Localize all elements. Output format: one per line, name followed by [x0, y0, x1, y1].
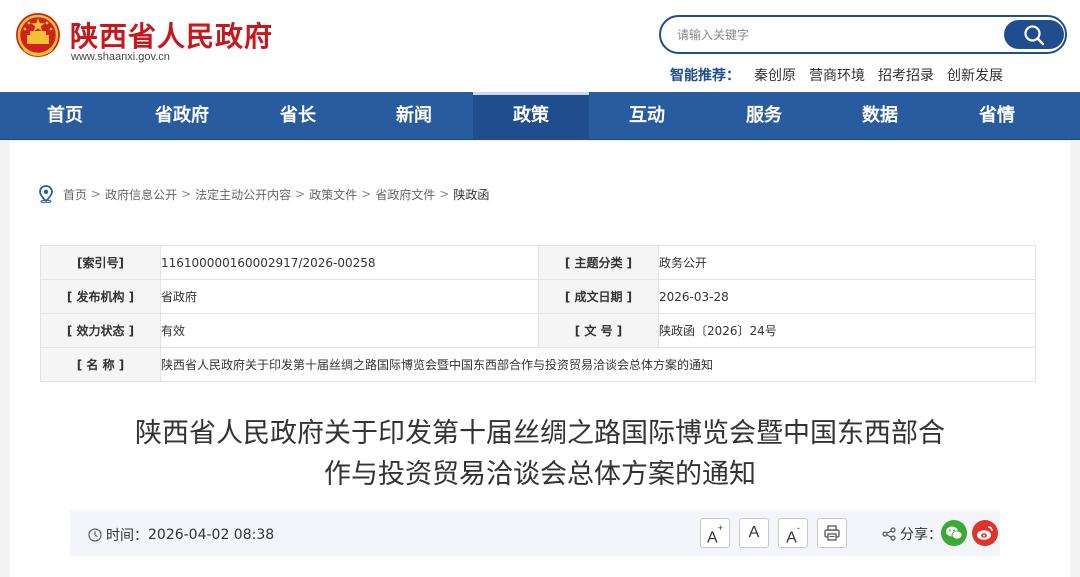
breadcrumb-gov-info-disclosure[interactable]: 政府信息公开	[105, 186, 177, 203]
font-smaller-button[interactable]: A-	[778, 518, 808, 548]
font-smaller-icon: A	[786, 529, 797, 547]
font-normal-icon: A	[748, 524, 760, 541]
recommend-item-recruitment[interactable]: 招考招录	[878, 68, 934, 84]
search-icon	[1024, 25, 1045, 46]
breadcrumb-statutory-disclosure[interactable]: 法定主动公开内容	[195, 186, 291, 203]
meta-row: [索引号] 116100000160002917/2026-00258 [ 主题…	[40, 245, 1036, 280]
breadcrumb-province-documents[interactable]: 省政府文件	[375, 186, 435, 203]
nav-item-interaction[interactable]: 互动	[589, 92, 705, 140]
document-name-label: [ 名 称 ]	[40, 347, 161, 382]
national-emblem-icon[interactable]	[14, 11, 62, 61]
topic-category-label: [ 主题分类 ]	[538, 245, 659, 280]
written-date-value: 2026-03-28	[658, 279, 1036, 314]
breadcrumb-separator: >	[361, 187, 372, 201]
breadcrumb-home[interactable]: 首页	[63, 186, 87, 203]
printer-icon	[824, 525, 840, 541]
document-number-value: 陕政函〔2026〕24号	[658, 313, 1036, 348]
plus-icon: +	[717, 523, 723, 533]
search-button[interactable]	[1004, 20, 1064, 49]
nav-item-news[interactable]: 新闻	[356, 92, 472, 140]
article-title-line: 作与投资贸易洽谈会总体方案的通知	[324, 459, 756, 490]
breadcrumb-separator: >	[439, 187, 450, 201]
recommend-item-innovation[interactable]: 创新发展	[947, 68, 1003, 84]
meta-row: [ 名 称 ] 陕西省人民政府关于印发第十届丝绸之路国际博览会暨中国东西部合作与…	[40, 347, 1036, 382]
recommend-label: 智能推荐：	[670, 68, 740, 84]
document-meta-table: [索引号] 116100000160002917/2026-00258 [ 主题…	[40, 245, 1036, 382]
site-header: 陕西省人民政府 www.shaanxi.gov.cn 智能推荐： 秦创原营商环境招…	[0, 0, 1080, 92]
search-box	[659, 15, 1067, 54]
publish-time-label: 时间：	[106, 528, 148, 544]
nav-item-province-government[interactable]: 省政府	[124, 92, 240, 140]
clock-icon	[88, 528, 102, 542]
issuer-label: [ 发布机构 ]	[40, 279, 161, 314]
breadcrumb-current: 陕政函	[453, 187, 490, 202]
main-nav: 首页 省政府 省长 新闻 政策 互动 服务 数据 省情	[0, 92, 1080, 140]
site-url: www.shaanxi.gov.cn	[71, 51, 170, 63]
nav-item-services[interactable]: 服务	[706, 92, 822, 140]
recommend-item-business-environment[interactable]: 营商环境	[809, 68, 865, 84]
article-title-line: 陕西省人民政府关于印发第十届丝绸之路国际博览会暨中国东西部合	[135, 418, 945, 449]
issuer-value: 省政府	[160, 279, 539, 314]
location-pin-icon	[39, 185, 53, 203]
index-number-value: 116100000160002917/2026-00258	[160, 245, 539, 280]
document-number-label: [ 文 号 ]	[538, 313, 659, 348]
weibo-share-button[interactable]	[972, 520, 998, 546]
weibo-icon	[977, 526, 993, 540]
breadcrumb-policy-documents[interactable]: 政策文件	[309, 186, 357, 203]
breadcrumb-separator: >	[295, 187, 306, 201]
site-title[interactable]: 陕西省人民政府	[70, 15, 273, 55]
document-name-value: 陕西省人民政府关于印发第十届丝绸之路国际博览会暨中国东西部合作与投资贸易洽谈会总…	[160, 347, 1036, 382]
breadcrumb-separator: >	[91, 187, 102, 201]
font-larger-icon: A	[707, 529, 718, 547]
nav-item-governor[interactable]: 省长	[240, 92, 356, 140]
meta-row: [ 效力状态 ] 有效 [ 文 号 ] 陕政函〔2026〕24号	[40, 313, 1036, 348]
share-label: 分享：	[900, 527, 942, 543]
written-date-label: [ 成文日期 ]	[538, 279, 659, 314]
article-title: 陕西省人民政府关于印发第十届丝绸之路国际博览会暨中国东西部合 作与投资贸易洽谈会…	[70, 413, 1010, 495]
breadcrumb-separator: >	[181, 187, 192, 201]
topic-category-value: 政务公开	[658, 245, 1036, 280]
share-icon	[882, 527, 896, 541]
index-number-label: [索引号]	[40, 245, 161, 280]
share-area: 分享：	[882, 524, 942, 544]
validity-status-label: [ 效力状态 ]	[40, 313, 161, 348]
meta-row: [ 发布机构 ] 省政府 [ 成文日期 ] 2026-03-28	[40, 279, 1036, 314]
recommend-item-qinchuangyuan[interactable]: 秦创原	[754, 68, 796, 84]
nav-item-province-info[interactable]: 省情	[939, 92, 1055, 140]
wechat-share-button[interactable]	[941, 520, 967, 546]
nav-item-policy[interactable]: 政策	[473, 92, 589, 140]
search-input[interactable]	[677, 26, 997, 44]
minus-icon: -	[796, 523, 800, 533]
breadcrumb: 首页 > 政府信息公开 > 法定主动公开内容 > 政策文件 > 省政府文件 > …	[38, 185, 489, 203]
font-normal-button[interactable]: A	[739, 518, 769, 548]
wechat-icon	[946, 526, 963, 540]
print-button[interactable]	[817, 518, 847, 548]
nav-item-data[interactable]: 数据	[822, 92, 938, 140]
content-panel: 首页 > 政府信息公开 > 法定主动公开内容 > 政策文件 > 省政府文件 > …	[10, 141, 1070, 577]
nav-item-home[interactable]: 首页	[7, 92, 123, 140]
article-toolbar: 时间： 2026-04-02 08:38 A+ A A- 分享：	[70, 510, 1000, 556]
validity-status-value: 有效	[160, 313, 539, 348]
publish-time-value: 2026-04-02 08:38	[148, 527, 275, 543]
font-larger-button[interactable]: A+	[700, 518, 730, 548]
smart-recommend: 智能推荐： 秦创原 营商环境 招考招录 创新发展	[670, 65, 1016, 85]
publish-time: 时间： 2026-04-02 08:38	[88, 525, 274, 545]
